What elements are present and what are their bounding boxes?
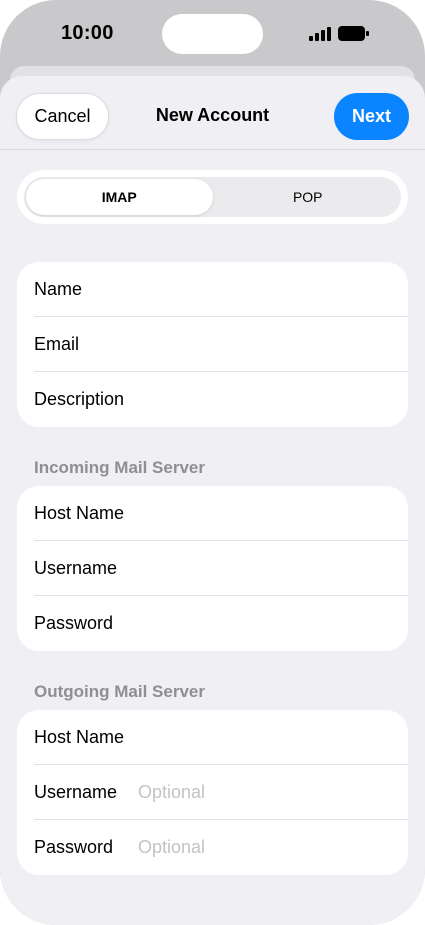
incoming-server-group: Host Name Username Password [17,486,408,651]
outgoing-host-row[interactable]: Host Name [34,710,408,765]
segment-pop[interactable]: POP [215,177,402,217]
outgoing-username-label: Username [34,781,118,802]
signal-icon [309,26,331,46]
incoming-username-label: Username [34,557,118,578]
battery-icon [338,26,369,46]
dynamic-island [162,14,263,54]
description-label: Description [34,389,125,409]
phone-frame: 10:00 Cancel New Account Next IMAP POP N… [0,0,425,925]
outgoing-password-row[interactable]: Password Optional [34,820,408,875]
name-label: Name [34,278,83,299]
new-account-sheet: Cancel New Account Next IMAP POP Name Em… [0,76,425,925]
outgoing-password-label: Password [34,837,114,857]
incoming-username-row[interactable]: Username [34,541,408,596]
name-row[interactable]: Name [34,262,408,317]
incoming-host-label: Host Name [34,502,125,523]
segment-imap[interactable]: IMAP [26,179,213,215]
outgoing-server-group: Host Name Username Optional Password Opt… [17,710,408,875]
description-row[interactable]: Description [34,372,408,427]
next-button[interactable]: Next [334,93,409,140]
outgoing-server-header: Outgoing Mail Server [34,682,205,701]
status-icons [309,26,369,46]
email-row[interactable]: Email [34,317,408,372]
incoming-host-row[interactable]: Host Name [34,486,408,541]
outgoing-username-row[interactable]: Username Optional [34,765,408,820]
account-info-group: Name Email Description [17,262,408,427]
incoming-password-label: Password [34,613,114,633]
outgoing-host-label: Host Name [34,726,125,747]
status-time: 10:00 [61,22,114,44]
email-label: Email [34,333,80,354]
outgoing-password-field[interactable]: Optional [138,837,408,858]
status-bar: 10:00 [0,0,425,66]
navigation-bar: Cancel New Account Next [0,76,425,150]
incoming-password-row[interactable]: Password [34,596,408,651]
incoming-server-header: Incoming Mail Server [34,458,205,477]
segment-track: IMAP POP [24,177,401,217]
outgoing-username-field[interactable]: Optional [138,782,408,803]
account-type-segmented-control: IMAP POP [17,170,408,224]
